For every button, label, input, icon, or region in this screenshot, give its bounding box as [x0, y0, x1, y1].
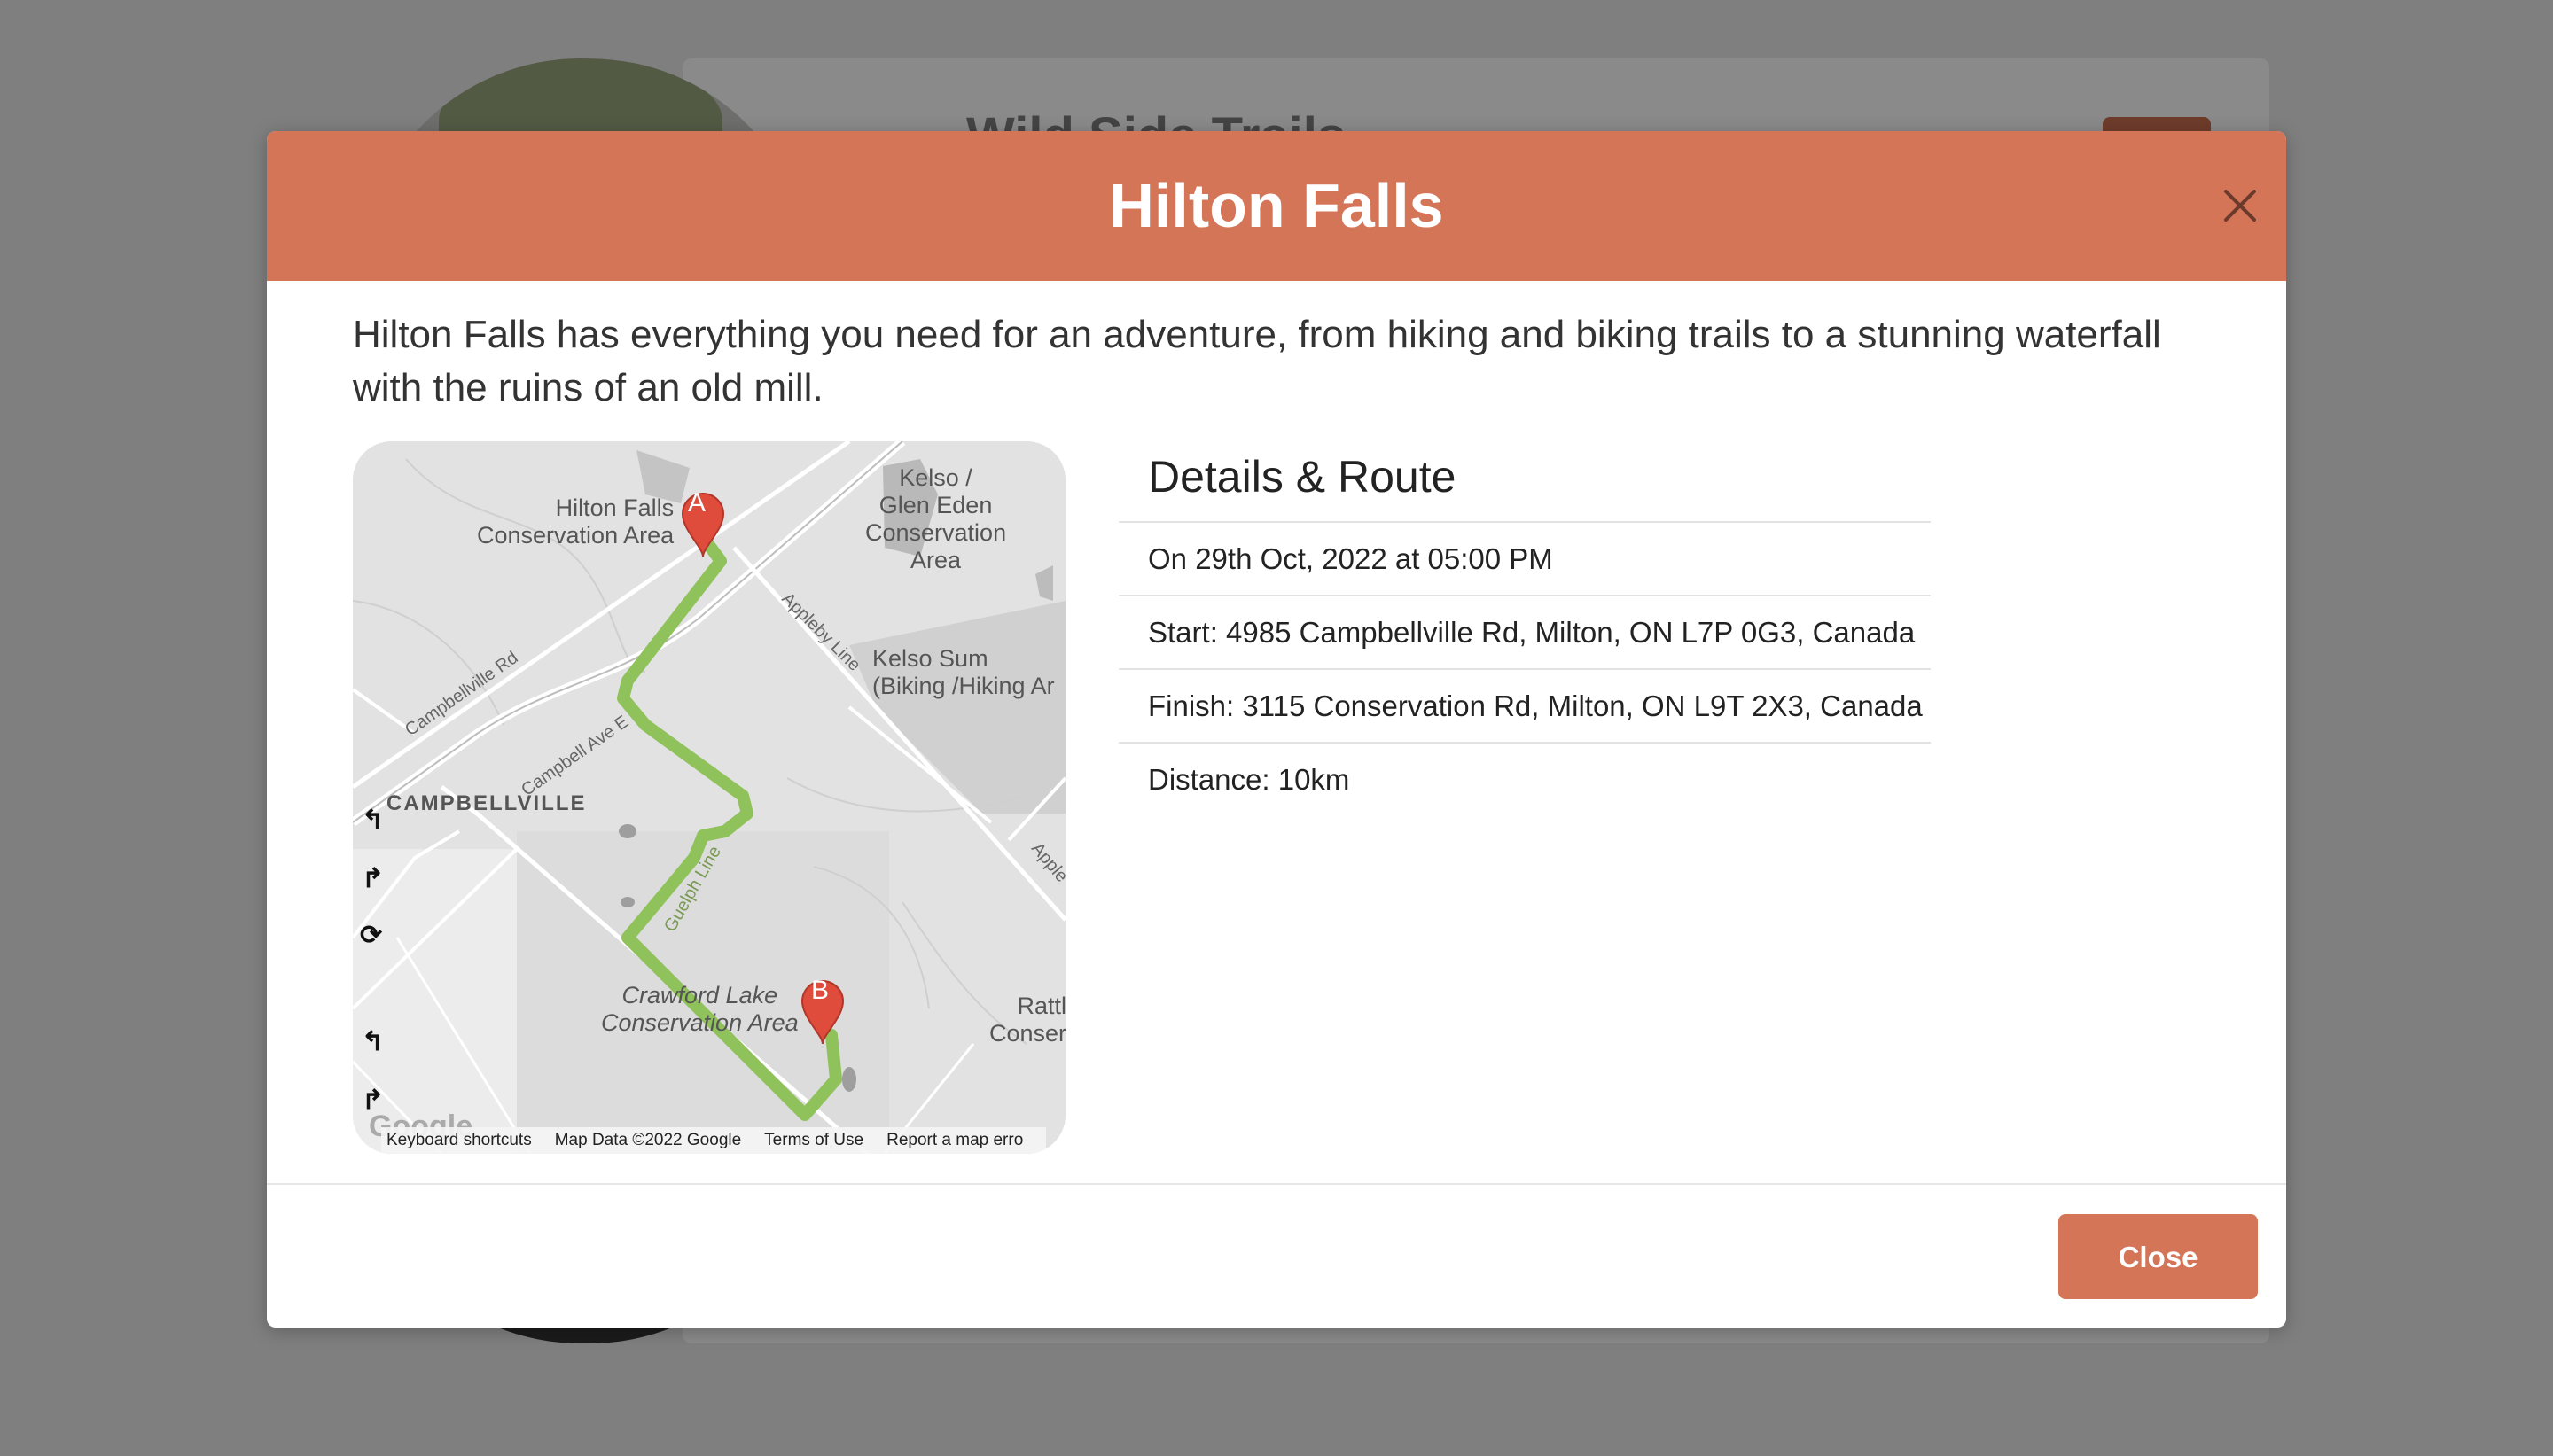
map-label-kelso: Kelso / Glen Eden Conservation Area — [865, 464, 1007, 573]
map-label-hilton-falls: Hilton Falls Conservation Area — [477, 494, 675, 549]
map-label-rattlesnake: Rattl Conser — [989, 993, 1066, 1047]
trail-description: Hilton Falls has everything you need for… — [353, 313, 2161, 409]
details-panel: Details & Route On 29th Oct, 2022 at 05:… — [1119, 441, 1931, 815]
modal-header: Hilton Falls — [267, 131, 2286, 281]
roundabout-icon: ⟳ — [360, 921, 383, 950]
keyboard-shortcuts-link[interactable]: Keyboard shortcuts — [386, 1131, 532, 1149]
map-data-text: Map Data ©2022 Google — [554, 1131, 742, 1149]
map-label-crawford-lake: Crawford Lake Conservation Area — [601, 982, 799, 1036]
marker-b-label[interactable]: B — [811, 977, 829, 1004]
trail-modal: Hilton Falls Hilton Falls has everything… — [267, 131, 2286, 1328]
map-footer: Keyboard shortcuts Map Data ©2022 Google T… — [381, 1127, 1047, 1154]
close-icon[interactable] — [2221, 186, 2260, 225]
finish-address: Finish: 3115 Conservation Rd, Milton, ON… — [1119, 670, 1931, 744]
report-map-error-link[interactable]: Report a map erro — [886, 1131, 1023, 1149]
terms-link[interactable]: Terms of Use — [764, 1131, 863, 1149]
turn-left-icon: ↰ — [362, 1027, 385, 1056]
route-map[interactable]: A B Hilton Falls Conservation Area Kelso… — [353, 441, 1066, 1154]
turn-right-icon: ↱ — [362, 864, 385, 893]
modal-title: Hilton Falls — [1109, 171, 1444, 240]
event-date: On 29th Oct, 2022 at 05:00 PM — [1119, 523, 1931, 596]
details-title: Details & Route — [1119, 441, 1931, 523]
map-label-kelso-summit: Kelso Sum (Biking /Hiking Ar — [872, 645, 1055, 699]
distance: Distance: 10km — [1148, 763, 1350, 796]
turn-left-icon: ↰ — [362, 806, 385, 835]
marker-a-label[interactable]: A — [688, 489, 706, 517]
close-button[interactable]: Close — [2058, 1214, 2258, 1299]
map-label-campbellville: CAMPBELLVILLE — [386, 791, 587, 815]
modal-footer-divider — [267, 1183, 2286, 1185]
start-address: Start: 4985 Campbellville Rd, Milton, ON… — [1119, 596, 1931, 670]
